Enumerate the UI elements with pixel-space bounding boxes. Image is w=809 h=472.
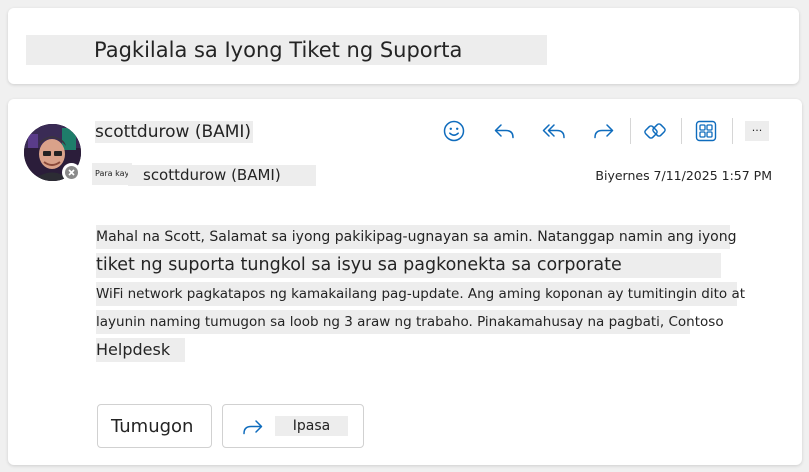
toolbar-divider	[681, 118, 682, 144]
reply-all-button[interactable]	[540, 117, 568, 145]
message-card: scottdurow (BAMI) ... Para kay scottduro…	[8, 99, 802, 465]
toolbar-divider	[630, 118, 631, 144]
forward-action-label: Ipasa	[275, 416, 348, 436]
email-subject: Pagkilala sa Iyong Tiket ng Suporta	[26, 35, 547, 65]
subject-card: Pagkilala sa Iyong Tiket ng Suporta	[8, 8, 799, 84]
loop-icon	[644, 123, 666, 139]
forward-icon	[243, 420, 263, 435]
forward-icon	[594, 124, 614, 139]
recipient-name[interactable]: scottdurow (BAMI)	[128, 165, 316, 186]
toolbar-divider	[732, 118, 733, 144]
reply-all-icon	[542, 124, 565, 139]
body-line: tiket ng suporta tungkol sa isyu sa pagk…	[96, 253, 721, 278]
apps-icon	[695, 120, 717, 142]
loop-button[interactable]	[641, 117, 669, 145]
emoji-button[interactable]	[440, 117, 468, 145]
reply-icon	[494, 124, 514, 139]
forward-button[interactable]	[590, 117, 618, 145]
reply-action-button[interactable]: Tumugon	[97, 404, 212, 448]
to-label: Para kay	[92, 163, 133, 185]
body-line: Helpdesk	[96, 338, 185, 362]
reply-action-label: Tumugon	[111, 416, 194, 437]
more-actions-button[interactable]: ...	[745, 121, 769, 141]
body-line: layunin naming tumugon sa loob ng 3 araw…	[96, 310, 724, 334]
reply-button[interactable]	[490, 117, 518, 145]
body-line: Mahal na Scott, Salamat sa iyong pakikip…	[96, 225, 737, 249]
emoji-icon	[443, 120, 465, 142]
message-toolbar: ...	[440, 117, 769, 145]
sent-date: Biyernes 7/11/2025 1:57 PM	[595, 168, 772, 183]
sender-name[interactable]: scottdurow (BAMI)	[95, 121, 254, 143]
forward-action-button[interactable]: Ipasa	[222, 404, 364, 448]
apps-button[interactable]	[692, 117, 720, 145]
body-line: WiFi network pagkatapos ng kamakailang p…	[96, 282, 745, 306]
presence-status-icon	[62, 163, 81, 182]
